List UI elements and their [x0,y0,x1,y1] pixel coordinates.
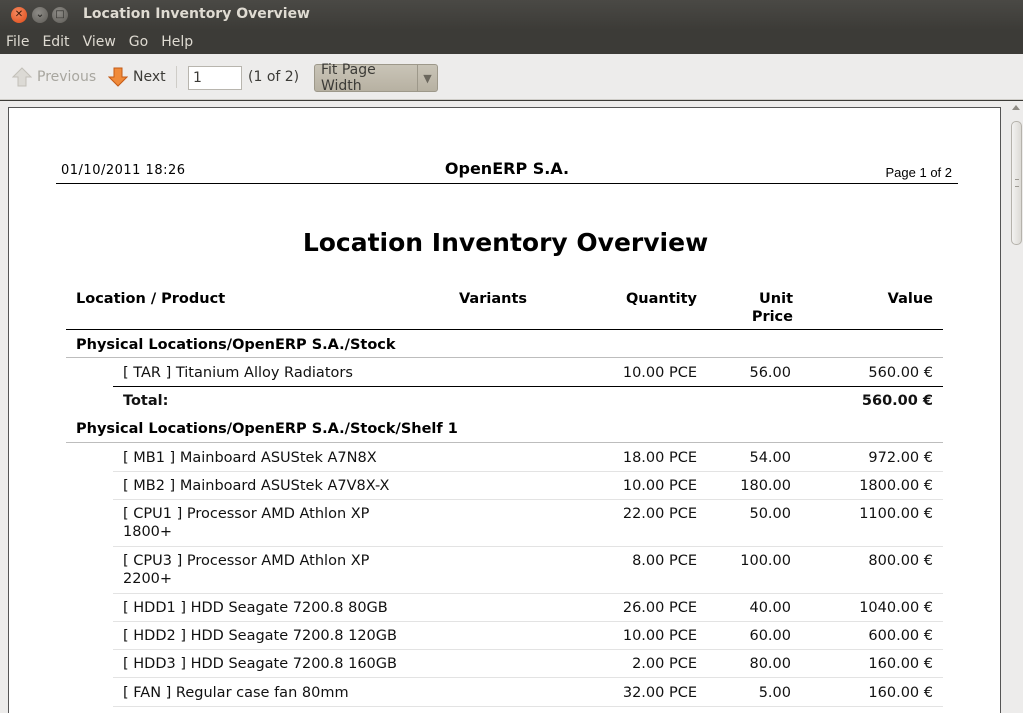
page-count: (1 of 2) [248,69,300,85]
unit-price-cell: 5.00 [758,685,791,701]
menu-view[interactable]: View [83,34,116,50]
group-name: Physical Locations/OpenERP S.A./Stock/Sh… [76,421,458,437]
quantity-cell: 22.00 PCE [622,506,697,522]
zoom-value: Fit Page Width [321,62,376,94]
quantity-cell: 18.00 PCE [622,450,697,466]
value-cell: 972.00 € [868,450,933,466]
row-divider [113,546,943,547]
row-divider [113,649,943,650]
quantity-cell: 10.00 PCE [622,365,697,381]
vertical-scrollbar[interactable] [1008,101,1023,713]
title-bar: ✕ ⌄ □ Location Inventory Overview [0,0,1023,30]
report-page-label: Page 1 of 2 [885,165,953,180]
close-window-button[interactable]: ✕ [11,7,27,23]
unit-price-cell: 100.00 [740,553,791,569]
report-company: OpenERP S.A. [444,159,570,178]
previous-page-button[interactable]: Previous [12,66,96,88]
report-title: Location Inventory Overview [302,228,709,257]
group-divider [66,442,943,443]
menu-file[interactable]: File [6,34,29,50]
product-name: [ MB2 ] Mainboard ASUStek A7V8X-X [123,478,390,494]
arrow-up-icon [12,67,32,87]
value-cell: 1040.00 € [859,600,933,616]
arrow-down-icon [108,67,128,87]
chevron-down-icon: ▼ [423,71,432,85]
product-name-line1: [ CPU1 ] Processor AMD Athlon XP [123,506,370,522]
row-divider [113,677,943,678]
unit-price-cell: 56.00 [749,365,791,381]
unit-price-cell: 80.00 [749,656,791,672]
row-divider [113,593,943,594]
quantity-cell: 8.00 PCE [632,553,697,569]
product-name: [ MB1 ] Mainboard ASUStek A7N8X [123,450,377,466]
zoom-select[interactable]: Fit Page Width ▼ [314,62,438,94]
quantity-cell: 10.00 PCE [622,628,697,644]
document-viewport: 01/10/2011 18:26 OpenERP S.A. Page 1 of … [0,101,1023,713]
row-divider [113,706,943,707]
document-page: 01/10/2011 18:26 OpenERP S.A. Page 1 of … [8,107,1001,713]
unit-price-cell: 50.00 [749,506,791,522]
value-cell: 1800.00 € [859,478,933,494]
scrollbar-thumb[interactable] [1011,121,1022,245]
minimize-icon: ⌄ [35,9,45,20]
unit-price-cell: 40.00 [749,600,791,616]
product-name: [ HDD2 ] HDD Seagate 7200.8 120GB [123,628,397,644]
close-icon: ✕ [14,9,24,20]
quantity-cell: 32.00 PCE [622,685,697,701]
next-page-button[interactable]: Next [108,66,166,88]
minimize-window-button[interactable]: ⌄ [32,7,48,23]
menu-bar: File Edit View Go Help [0,30,1023,54]
header-unit-price-line2: Price [751,309,793,325]
product-name-line2: 2200+ [123,571,173,587]
window-title: Location Inventory Overview [83,6,310,22]
value-cell: 800.00 € [868,553,933,569]
header-unit-price: Unit Price [709,290,793,326]
header-location-product: Location / Product [76,291,226,307]
previous-label: Previous [37,69,97,85]
product-name-line1: [ CPU3 ] Processor AMD Athlon XP [123,553,370,569]
product-name: [ CPU1 ] Processor AMD Athlon XP 1800+ [123,505,369,541]
next-label: Next [133,69,166,85]
value-cell: 600.00 € [868,628,933,644]
header-divider [66,329,943,330]
value-cell: 560.00 € [868,365,933,381]
product-name: [ HDD1 ] HDD Seagate 7200.8 80GB [123,600,388,616]
unit-price-cell: 60.00 [749,628,791,644]
menu-edit[interactable]: Edit [42,34,69,50]
toolbar-separator [176,66,177,88]
unit-price-cell: 180.00 [740,478,791,494]
menu-go[interactable]: Go [129,34,148,50]
quantity-cell: 2.00 PCE [632,656,697,672]
header-unit-price-line1: Unit [759,291,793,307]
group-divider [66,357,943,358]
header-quantity: Quantity [625,291,697,307]
value-cell: 160.00 € [868,656,933,672]
row-divider [113,471,943,472]
unit-price-cell: 54.00 [749,450,791,466]
report-header: 01/10/2011 18:26 OpenERP S.A. Page 1 of … [56,159,958,184]
product-name: [ FAN ] Regular case fan 80mm [123,685,349,701]
toolbar: Previous Next (1 of 2) Fit Page Width ▼ [0,54,1023,100]
total-label: Total: [123,393,169,409]
scroll-up-icon[interactable] [1012,105,1020,110]
maximize-icon: □ [55,9,65,20]
header-value: Value [887,291,933,307]
product-name-line2: 1800+ [123,524,173,540]
product-name: [ HDD3 ] HDD Seagate 7200.8 160GB [123,656,397,672]
menu-help[interactable]: Help [161,34,193,50]
row-divider [113,499,943,500]
product-name: [ CPU3 ] Processor AMD Athlon XP 2200+ [123,552,369,588]
maximize-window-button[interactable]: □ [52,7,68,23]
product-name: [ TAR ] Titanium Alloy Radiators [123,365,353,381]
total-value: 560.00 € [861,393,933,409]
page-number-input[interactable] [188,66,242,90]
header-variants: Variants [459,291,528,307]
group-name: Physical Locations/OpenERP S.A./Stock [76,337,396,353]
row-divider [113,621,943,622]
quantity-cell: 26.00 PCE [622,600,697,616]
total-divider [113,386,943,387]
value-cell: 160.00 € [868,685,933,701]
value-cell: 1100.00 € [859,506,933,522]
quantity-cell: 10.00 PCE [622,478,697,494]
